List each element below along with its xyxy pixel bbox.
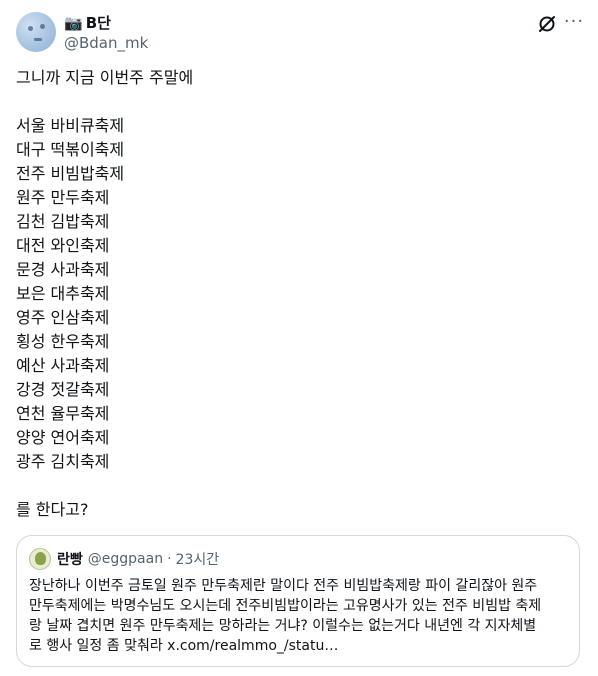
more-options-icon[interactable]: ··· [562,10,586,34]
author-display-name[interactable]: B단 [86,13,111,33]
quoted-text-line: 만두축제에는 박명수님도 오시는데 전주비빔밥이라는 고유명사가 있는 전주 비… [29,598,542,614]
quoted-text-line: 로 행사 일정 좀 맞춰라 x.com/realmmo_/statu… [29,638,339,654]
quoted-timestamp[interactable]: 23시간 [176,549,220,569]
tweet-text-line: 대전 와인축제 [16,236,110,255]
grok-icon[interactable] [537,14,557,34]
separator-dot: · [167,551,172,567]
user-avatar[interactable] [16,12,56,52]
tweet-text-line: 연천 율무축제 [16,404,110,423]
tweet-text: 그니까 지금 이번주 주말에서울 바비큐축제대구 떡볶이축제전주 비빔밥축제원주… [16,66,576,522]
quoted-tweet-text: 장난하나 이번주 금토일 원주 만두축제란 말이다 전주 비빔밥축제랑 파이 갈… [29,576,569,656]
tweet-text-line: 문경 사과축제 [16,260,110,279]
quoted-user-avatar[interactable] [29,548,51,570]
author-name-row[interactable]: 📷 B단 [64,13,111,33]
tweet-text-line: 그니까 지금 이번주 주말에 [16,68,194,87]
tweet-text-line: 김천 김밥축제 [16,212,110,231]
tweet-text-line [16,90,576,114]
tweet-text-line: 양양 연어축제 [16,428,110,447]
camera-icon: 📷 [64,14,83,32]
tweet-text-line: 예산 사과축제 [16,356,110,375]
tweet-text-line: 원주 만두축제 [16,188,110,207]
tweet-text-line: 영주 인삼축제 [16,308,110,327]
author-handle[interactable]: @Bdan_mk [64,33,148,53]
tweet-text-line [16,474,576,498]
tweet-text-line: 광주 김치축제 [16,452,110,471]
quoted-display-name[interactable]: 란빵 [57,549,83,569]
tweet-text-line: 횡성 한우축제 [16,332,110,351]
tweet-text-line: 를 한다고? [16,500,89,519]
quoted-tweet-header: 란빵 @eggpaan · 23시간 [29,548,219,570]
quoted-text-line: 랑 날짜 겹치면 원주 만두축제는 망하라는 거냐? 이럴수는 없는거다 내년엔… [29,618,537,634]
quoted-text-line: 장난하나 이번주 금토일 원주 만두축제란 말이다 전주 비빔밥축제랑 파이 갈… [29,578,538,594]
tweet-text-line: 서울 바비큐축제 [16,116,125,135]
quoted-handle[interactable]: @eggpaan [88,551,163,567]
quoted-tweet[interactable]: 란빵 @eggpaan · 23시간 장난하나 이번주 금토일 원주 만두축제란… [16,535,580,667]
tweet-text-line: 대구 떡볶이축제 [16,140,125,159]
tweet-text-line: 보은 대추축제 [16,284,110,303]
tweet-text-line: 강경 젓갈축제 [16,380,110,399]
tweet-text-line: 전주 비빔밥축제 [16,164,125,183]
